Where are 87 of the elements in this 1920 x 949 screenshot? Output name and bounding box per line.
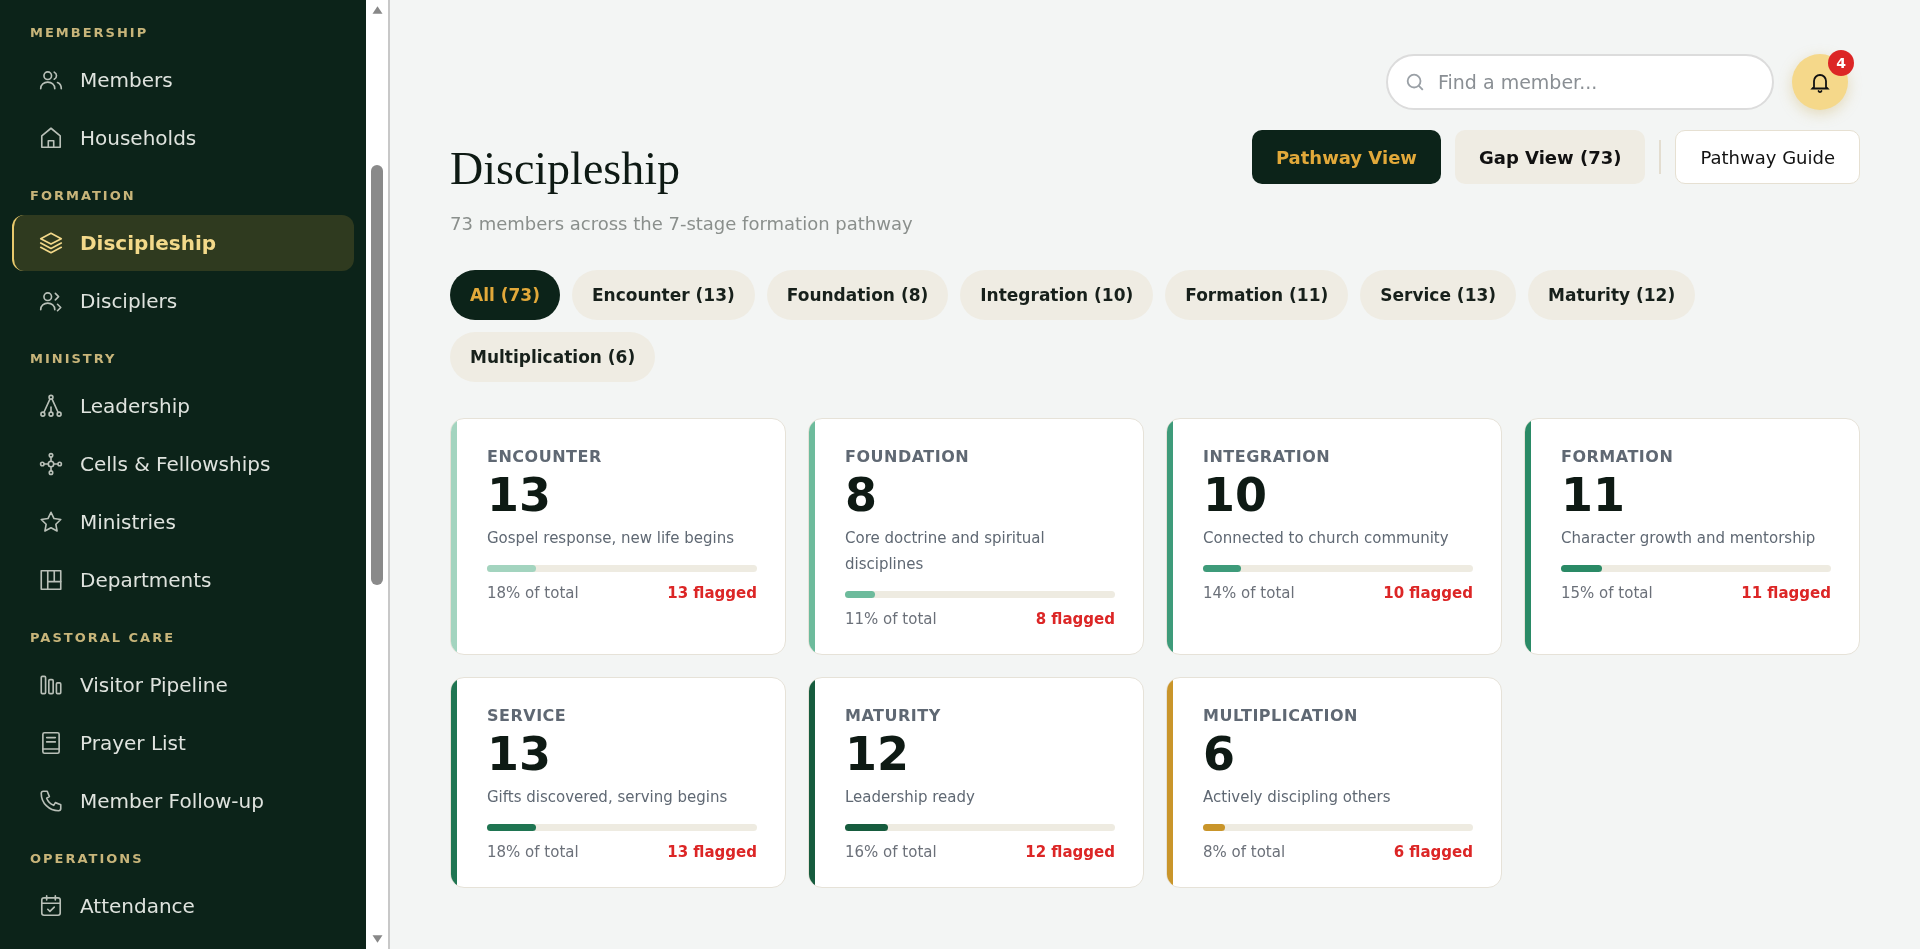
sidebar-item[interactable]: Disciplers: [12, 272, 354, 330]
stage-card[interactable]: MATURITY 12 Leadership ready 16% of total 12 flagged: [808, 677, 1144, 888]
house-icon: [38, 125, 64, 151]
stage-description: Gifts discovered, serving begins: [487, 786, 729, 808]
notification-button[interactable]: [1792, 54, 1848, 110]
flagged-count: 13 flagged: [667, 842, 757, 861]
notification-badge: 4: [1828, 50, 1854, 76]
view-toggle[interactable]: Pathway View: [1251, 130, 1441, 184]
sidebar-item[interactable]: Departments: [12, 551, 354, 609]
stage-card[interactable]: MULTIPLICATION 6 Actively discipling others 8% of total 6 flagged: [1166, 677, 1502, 888]
section-label: OPERATIONS: [29, 849, 145, 868]
filter-chip[interactable]: Integration (10): [960, 270, 1154, 320]
filter-chip[interactable]: Multiplication (6): [450, 332, 656, 382]
stage-card[interactable]: ENCOUNTER 13 Gospel response, new life begins 18% of total 13 flagged: [450, 418, 786, 656]
filter-chip[interactable]: All (73): [450, 270, 560, 320]
page-subtitle: 73 members across the 7-stage formation pathway: [450, 213, 913, 234]
nodes-icon: [38, 451, 64, 477]
stage-card[interactable]: SERVICE 13 Gifts discovered, serving begins 18% of total 13 flagged: [450, 677, 786, 888]
sidebar-item[interactable]: Leadership: [12, 377, 354, 435]
section-label: MINISTRY: [29, 349, 118, 368]
search-field[interactable]: Find a member...: [1386, 54, 1774, 110]
board-icon: [38, 567, 64, 593]
sidebar-item[interactable]: Households: [12, 109, 354, 167]
stage-name: SERVICE: [487, 706, 568, 726]
view-toggle[interactable]: Gap View (73): [1455, 130, 1646, 184]
stage-name: FORMATION: [1561, 447, 1675, 466]
stage-count: 13: [487, 470, 552, 521]
flagged-count: 11 flagged: [1741, 583, 1831, 602]
stage-card[interactable]: FOUNDATION 8 Core doctrine and spiritual disciplines 11% of total 8 flagged: [808, 418, 1144, 656]
section-label: MEMBERSHIP: [29, 23, 150, 42]
filter-chip[interactable]: Foundation (8): [766, 270, 949, 320]
share-text: 8% of total: [1203, 842, 1286, 861]
flagged-count: 6 flagged: [1393, 842, 1473, 861]
stage-description: Actively discipling others: [1203, 786, 1392, 808]
stage-description: Core doctrine and spiritual disciplines: [845, 527, 1046, 575]
sidebar-item[interactable]: Members: [12, 51, 354, 109]
stage-name: MATURITY: [845, 706, 942, 726]
share-text: 18% of total: [487, 842, 579, 861]
share-text: 15% of total: [1561, 583, 1653, 602]
stage-name: MULTIPLICATION: [1203, 706, 1359, 726]
calendar-icon: [38, 893, 64, 919]
stage-count: 10: [1203, 470, 1268, 521]
sidebar-item[interactable]: Prayer List: [12, 714, 354, 772]
share-text: 16% of total: [845, 842, 937, 861]
tree-icon: [38, 393, 64, 419]
stage-count: 11: [1561, 470, 1626, 521]
stage-description: Connected to church community: [1203, 527, 1450, 549]
scrollbar-thumb[interactable]: [371, 165, 383, 585]
filter-chip[interactable]: Service (13): [1360, 270, 1517, 320]
stage-description: Character growth and mentorship: [1561, 527, 1817, 549]
filter-chip[interactable]: Formation (11): [1165, 270, 1349, 320]
stage-name: INTEGRATION: [1203, 447, 1332, 466]
stage-description: Gospel response, new life begins: [487, 527, 736, 549]
stage-count: 12: [845, 729, 910, 780]
sidebar-item[interactable]: Cells & Fellowships: [12, 435, 354, 493]
flagged-count: 10 flagged: [1383, 583, 1473, 602]
stage-name: ENCOUNTER: [487, 447, 603, 466]
flagged-count: 8 flagged: [1035, 610, 1115, 629]
section-label: PASTORAL CARE: [29, 628, 177, 647]
share-text: 18% of total: [487, 583, 579, 602]
stage-description: Leadership ready: [845, 786, 976, 808]
flagged-count: 13 flagged: [667, 583, 757, 602]
scrollbar[interactable]: [366, 0, 390, 949]
sidebar-item[interactable]: Member Follow-up: [12, 772, 354, 830]
phone-icon: [38, 788, 64, 814]
stage-name: FOUNDATION: [845, 447, 971, 466]
layers-icon: [38, 230, 64, 256]
stage-count: 8: [845, 470, 878, 521]
sidebar-item[interactable]: Discipleship: [12, 215, 354, 271]
stage-card[interactable]: INTEGRATION 10 Connected to church community 14% of total 10 flagged: [1166, 418, 1502, 656]
stage-count: 6: [1203, 729, 1236, 780]
section-label: FORMATION: [29, 186, 137, 205]
guide-button[interactable]: Pathway Guide: [1675, 130, 1860, 184]
stage-count: 13: [487, 729, 552, 780]
page-title: Discipleship: [450, 142, 681, 195]
filter-chip[interactable]: Maturity (12): [1528, 270, 1696, 320]
scroll-down-icon[interactable]: [370, 934, 384, 944]
sidebar-item[interactable]: Attendance: [12, 877, 354, 935]
stage-card[interactable]: FORMATION 11 Character growth and mentorship 15% of total 11 flagged: [1524, 418, 1860, 656]
sidebar-item[interactable]: Ministries: [12, 493, 354, 551]
share-text: 11% of total: [845, 610, 937, 629]
flagged-count: 12 flagged: [1025, 842, 1115, 861]
star-icon: [38, 509, 64, 535]
filter-chip[interactable]: Encounter (13): [571, 270, 755, 320]
scroll-up-icon[interactable]: [370, 5, 384, 15]
sidebar-item[interactable]: Visitor Pipeline: [12, 656, 354, 714]
share-text: 14% of total: [1203, 583, 1295, 602]
